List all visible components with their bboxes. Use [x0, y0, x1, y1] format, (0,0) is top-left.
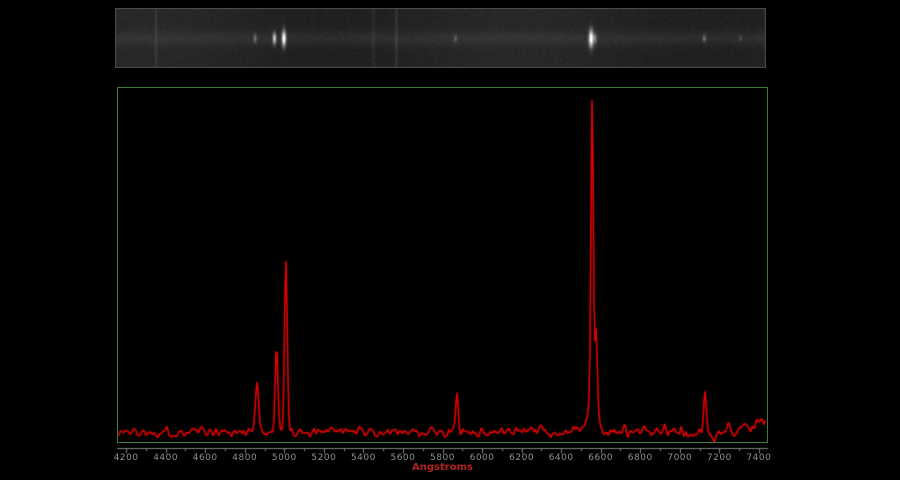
- spectrum-2d-strip: [115, 8, 766, 68]
- x-axis-label: Angstroms: [117, 462, 768, 473]
- spectrum-trace-canvas: [118, 88, 767, 442]
- spectroscopy-app-window: 4200440046004800500052005400560058006000…: [0, 0, 900, 480]
- spectrum-1d-plot-area: [117, 87, 768, 443]
- spectrum-2d-strip-image: [115, 8, 766, 68]
